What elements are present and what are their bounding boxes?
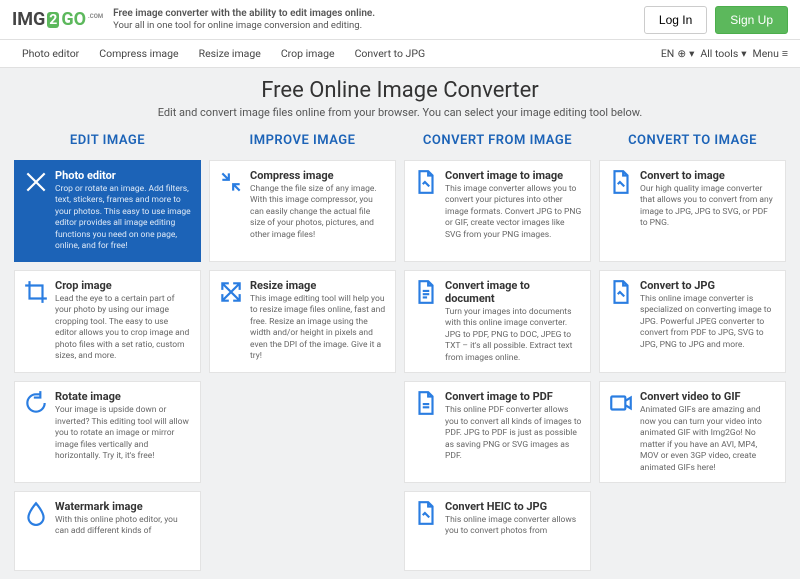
card-title: Photo editor	[55, 169, 192, 182]
file-image-icon	[608, 169, 634, 195]
tagline-sub: Your all in one tool for online image co…	[113, 20, 375, 32]
alltools-label: All tools	[700, 47, 738, 60]
card-compress-image[interactable]: Compress image Change the file size of an…	[209, 160, 396, 262]
card-title: Rotate image	[55, 390, 192, 403]
logo-go: GO	[61, 9, 86, 30]
card-title: Convert to JPG	[640, 279, 777, 292]
card-crop-image[interactable]: Crop image Lead the eye to a certain part…	[14, 270, 201, 373]
logo-dotcom: .COM	[88, 13, 103, 20]
signup-button[interactable]: Sign Up	[715, 6, 788, 34]
card-desc: This online image converter is specializ…	[640, 294, 777, 351]
nav-crop-image[interactable]: Crop image	[271, 41, 345, 66]
nav-convert-jpg[interactable]: Convert to JPG	[345, 41, 436, 66]
header-right: Log In Sign Up	[644, 6, 788, 34]
col-header-edit: EDIT IMAGE	[14, 129, 201, 152]
pencil-crossed-icon	[23, 169, 49, 195]
rotate-icon	[23, 390, 49, 416]
logo-img: IMG	[12, 9, 45, 30]
tool-grid: EDIT IMAGE IMPROVE IMAGE CONVERT FROM IM…	[0, 121, 800, 579]
logo-two: 2	[47, 12, 59, 28]
nav-photo-editor[interactable]: Photo editor	[12, 41, 89, 66]
card-resize-image[interactable]: Resize image This image editing tool will…	[209, 270, 396, 373]
chevron-down-icon: ▾	[689, 47, 694, 60]
lang-label: EN	[661, 47, 674, 60]
menu-button[interactable]: Menu ≡	[753, 47, 788, 60]
card-convert-image-to-image[interactable]: Convert image to image This image convert…	[404, 160, 591, 262]
tagline-bold: Free image converter with the ability to…	[113, 7, 375, 20]
card-desc: This online PDF converter allows you to …	[445, 405, 582, 462]
card-convert-video-to-gif[interactable]: Convert video to GIF Animated GIFs are am…	[599, 381, 786, 483]
crop-icon	[23, 279, 49, 305]
card-desc: Lead the eye to a certain part of your p…	[55, 294, 192, 363]
nav-resize-image[interactable]: Resize image	[189, 41, 271, 66]
col-header-improve: IMPROVE IMAGE	[209, 129, 396, 152]
card-title: Convert image to document	[445, 279, 582, 305]
col-header-from: CONVERT FROM IMAGE	[404, 129, 591, 152]
expand-icon	[218, 279, 244, 305]
globe-icon: ⊕	[677, 47, 686, 60]
card-desc: Change the file size of any image. With …	[250, 184, 387, 241]
water-drop-icon	[23, 500, 49, 526]
video-icon	[608, 390, 634, 416]
all-tools-dropdown[interactable]: All tools ▾	[700, 47, 746, 60]
card-title: Convert HEIC to JPG	[445, 500, 582, 513]
hamburger-icon: ≡	[782, 47, 788, 60]
card-rotate-image[interactable]: Rotate image Your image is upside down or…	[14, 381, 201, 483]
card-desc: Our high quality image converter that al…	[640, 184, 777, 230]
card-desc: This online image converter allows you t…	[445, 515, 582, 538]
file-text-icon	[413, 279, 439, 305]
nav: Photo editor Compress image Resize image…	[0, 40, 800, 68]
card-desc: Your image is upside down or inverted? T…	[55, 405, 192, 462]
compress-icon	[218, 169, 244, 195]
login-button[interactable]: Log In	[644, 6, 707, 34]
main-title: Free Online Image Converter Edit and con…	[0, 68, 800, 121]
file-image-icon	[608, 279, 634, 305]
card-title: Resize image	[250, 279, 387, 292]
card-convert-heic-to-jpg[interactable]: Convert HEIC to JPG This online image con…	[404, 491, 591, 571]
col-header-to: CONVERT TO IMAGE	[599, 129, 786, 152]
card-title: Convert to image	[640, 169, 777, 182]
card-title: Convert image to PDF	[445, 390, 582, 403]
file-image-icon	[413, 169, 439, 195]
logo[interactable]: IMG 2 GO .COM	[12, 9, 103, 30]
nav-compress-image[interactable]: Compress image	[89, 41, 188, 66]
card-convert-to-jpg[interactable]: Convert to JPG This online image converte…	[599, 270, 786, 373]
card-watermark-image[interactable]: Watermark image With this online photo ed…	[14, 491, 201, 571]
tagline: Free image converter with the ability to…	[113, 7, 375, 32]
card-title: Watermark image	[55, 500, 192, 513]
card-title: Convert image to image	[445, 169, 582, 182]
header: IMG 2 GO .COM Free image converter with …	[0, 0, 800, 40]
card-desc: Crop or rotate an image. Add filters, te…	[55, 184, 192, 253]
language-selector[interactable]: EN ⊕ ▾	[661, 47, 695, 60]
chevron-down-icon: ▾	[741, 47, 746, 60]
card-title: Crop image	[55, 279, 192, 292]
file-pdf-icon	[413, 390, 439, 416]
card-title: Compress image	[250, 169, 387, 182]
card-desc: With this online photo editor, you can a…	[55, 515, 192, 538]
card-desc: This image converter allows you to conve…	[445, 184, 582, 241]
card-convert-image-to-document[interactable]: Convert image to documentTurn your image…	[404, 270, 591, 373]
card-title: Convert video to GIF	[640, 390, 777, 403]
card-desc: Animated GIFs are amazing and now you ca…	[640, 405, 777, 474]
card-convert-to-image[interactable]: Convert to image Our high quality image c…	[599, 160, 786, 262]
menu-label: Menu	[753, 47, 779, 60]
card-desc: Turn your images into documents with thi…	[445, 307, 582, 364]
page-title: Free Online Image Converter	[0, 78, 800, 103]
file-image-icon	[413, 500, 439, 526]
card-photo-editor[interactable]: Photo editor Crop or rotate an image. Add…	[14, 160, 201, 262]
card-desc: This image editing tool will help you to…	[250, 294, 387, 363]
card-convert-image-to-pdf[interactable]: Convert image to PDF This online PDF conv…	[404, 381, 591, 483]
page-subtitle: Edit and convert image files online from…	[0, 106, 800, 119]
